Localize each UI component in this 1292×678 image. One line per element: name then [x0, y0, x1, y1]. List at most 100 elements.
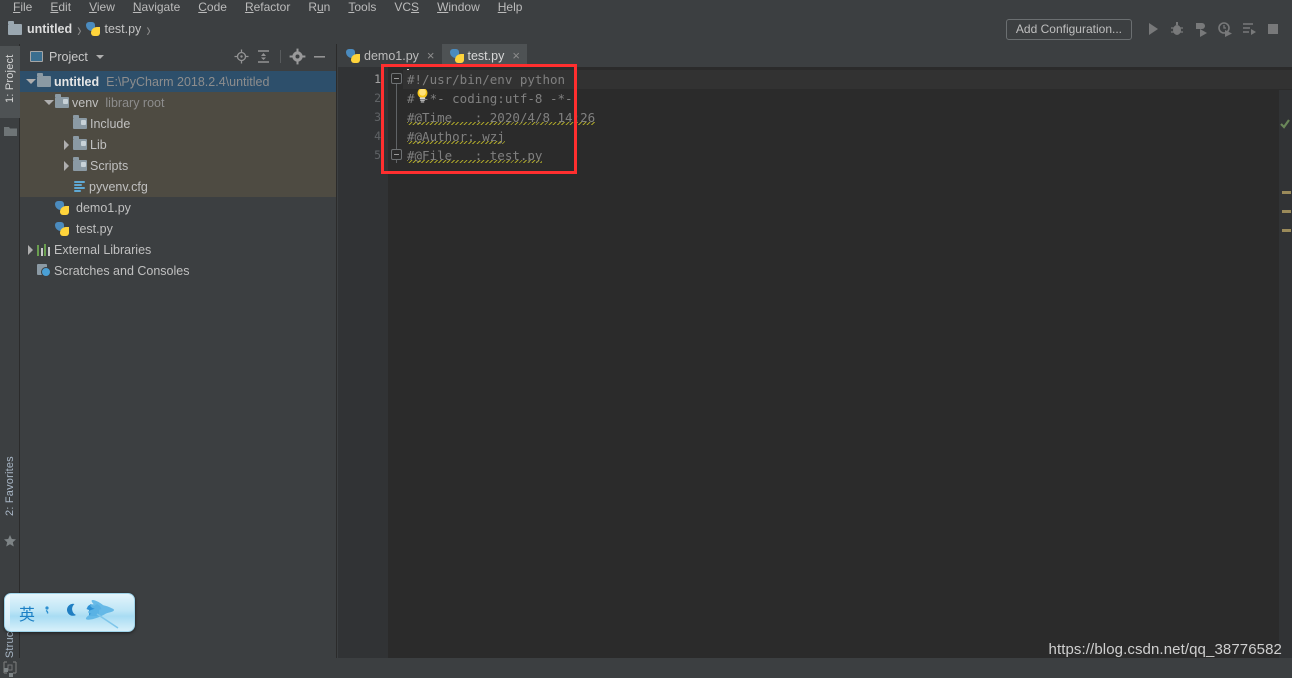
stop-button[interactable] [1262, 18, 1284, 40]
menu-item-code[interactable]: Code [189, 0, 236, 14]
editor-tab-label: demo1.py [364, 48, 419, 63]
menu-item-navigate[interactable]: Navigate [124, 0, 189, 14]
menu-item-edit[interactable]: Edit [41, 0, 80, 14]
line-number: 1 [374, 72, 381, 86]
moon-icon[interactable] [64, 603, 78, 622]
target-icon[interactable] [233, 48, 250, 65]
project-window-icon [30, 51, 43, 62]
menu-item-run[interactable]: Run [299, 0, 339, 14]
sidebar-item-project[interactable]: 1: Project [0, 46, 20, 118]
code-line[interactable]: #@Time : 2020/4/8 14:26 [403, 108, 1292, 127]
error-stripe-gutter[interactable] [1279, 90, 1292, 678]
tree-item[interactable]: test.py [20, 218, 336, 239]
tree-item-sublabel: E:\PyCharm 2018.2.4\untitled [106, 74, 270, 89]
python-file-icon [55, 200, 69, 215]
tree-item[interactable]: venv library root [20, 92, 336, 113]
chevron-down-icon[interactable] [42, 96, 55, 109]
tree-item[interactable]: pyvenv.cfg [20, 176, 336, 197]
chevron-right-icon[interactable] [60, 159, 73, 172]
code-text[interactable]: #!/usr/bin/env python # -*- coding:utf-8 … [403, 67, 1292, 678]
run-with-coverage-button[interactable] [1190, 18, 1212, 40]
tree-item[interactable]: untitled E:\PyCharm 2018.2.4\untitled [20, 71, 336, 92]
tree-item-label: demo1.py [76, 200, 131, 215]
inspection-ok-icon[interactable] [1280, 116, 1290, 134]
close-icon[interactable]: × [427, 49, 435, 62]
tree-item[interactable]: External Libraries [20, 239, 336, 260]
menu-item-window[interactable]: Window [428, 0, 489, 14]
stripe-marker[interactable] [1282, 229, 1291, 232]
breadcrumb: untitled › test.py › [0, 14, 156, 44]
flower-logo-icon[interactable] [84, 594, 132, 631]
punctuation-icon[interactable] [43, 603, 56, 622]
module-folder-icon [73, 136, 87, 150]
status-bar [0, 658, 1292, 678]
tree-item[interactable]: Include [20, 113, 336, 134]
scratches-icon [37, 264, 51, 277]
stripe-marker[interactable] [1282, 191, 1291, 194]
tree-item[interactable]: Lib [20, 134, 336, 155]
chevron-right-icon[interactable] [24, 243, 37, 256]
editor-tab[interactable]: test.py × [441, 44, 528, 67]
line-number: 3 [374, 110, 381, 124]
chevron-down-icon[interactable] [24, 75, 37, 88]
ime-toolbar[interactable]: 英 [4, 593, 135, 632]
menu-item-help[interactable]: Help [489, 0, 532, 14]
tree-item[interactable]: demo1.py [20, 197, 336, 218]
tree-item-label: pyvenv.cfg [89, 179, 148, 194]
editor-tab-label: test.py [467, 48, 505, 63]
project-tool-window: Project untitled E:\PyCharm 2018.2.4\unt… [20, 44, 337, 678]
tree-item[interactable]: Scripts [20, 155, 336, 176]
gear-icon[interactable] [289, 48, 306, 65]
tab-bar-filler [526, 44, 1292, 67]
close-icon[interactable]: × [512, 49, 520, 62]
line-number: 5 [374, 148, 381, 162]
debug-button[interactable] [1166, 18, 1188, 40]
project-folder-icon [4, 124, 17, 136]
add-configuration-button[interactable]: Add Configuration... [1005, 18, 1132, 40]
code-line[interactable]: # -*- coding:utf-8 -*- [403, 89, 1292, 108]
line-number: 4 [374, 129, 381, 143]
stripe-marker[interactable] [1282, 210, 1291, 213]
menu-item-refactor[interactable]: Refactor [236, 0, 299, 14]
run-button[interactable] [1142, 18, 1164, 40]
code-editor[interactable]: 12345 #!/usr/bin/env python # -*- coding… [338, 67, 1292, 678]
profile-button[interactable] [1214, 18, 1236, 40]
tree-item-label: Scratches and Consoles [54, 263, 190, 278]
folder-icon [37, 73, 51, 87]
project-panel-title: Project [49, 49, 88, 64]
collapse-all-icon[interactable] [255, 48, 272, 65]
line-number: 2 [374, 91, 381, 105]
fold-marker-top[interactable] [391, 73, 402, 84]
sidebar-item-favorites[interactable]: 2: Favorites [0, 444, 20, 528]
chevron-right-icon[interactable] [60, 138, 73, 151]
menu-item-view[interactable]: View [80, 0, 124, 14]
code-folding-gutter[interactable] [390, 67, 403, 678]
tree-item[interactable]: Scratches and Consoles [20, 260, 336, 281]
attach-to-process-button[interactable] [1238, 18, 1260, 40]
chevron-down-icon[interactable] [95, 54, 104, 59]
tree-item-label: Include [90, 116, 131, 131]
menu-item-tools[interactable]: Tools [339, 0, 385, 14]
code-line[interactable]: #@Author: wzj [403, 127, 1292, 146]
breadcrumb-item-file[interactable]: test.py [86, 22, 141, 36]
editor-area: demo1.py × test.py × 1 2 3 4 5 #!/usr/bin/en… [338, 44, 1292, 678]
editor-tab[interactable]: demo1.py × [338, 44, 442, 67]
structure-stripe-icon[interactable] [4, 666, 15, 678]
spellcheck-underline [407, 141, 505, 144]
watermark-url: https://blog.csdn.net/qq_38776582 [1048, 641, 1282, 658]
ime-drag-handle[interactable] [5, 594, 10, 631]
fold-marker-bottom[interactable] [391, 149, 402, 160]
tree-item-label: Scripts [90, 158, 129, 173]
pycharm-window: File Edit View Navigate Code Refactor Run Tools… [0, 0, 1292, 678]
code-line[interactable]: #@File : test.py [403, 146, 1292, 165]
code-line[interactable]: #!/usr/bin/env python [403, 70, 1292, 89]
menu-item-vcs[interactable]: VCS [385, 0, 428, 14]
breadcrumb-item-project[interactable]: untitled [8, 20, 72, 36]
breadcrumb-separator-end: › [146, 17, 151, 41]
menu-item-file[interactable]: File [4, 0, 41, 14]
minimize-icon[interactable] [311, 48, 328, 65]
ime-mode-label[interactable]: 英 [19, 601, 35, 625]
editor-tab-bar: demo1.py × test.py × [338, 44, 1292, 67]
